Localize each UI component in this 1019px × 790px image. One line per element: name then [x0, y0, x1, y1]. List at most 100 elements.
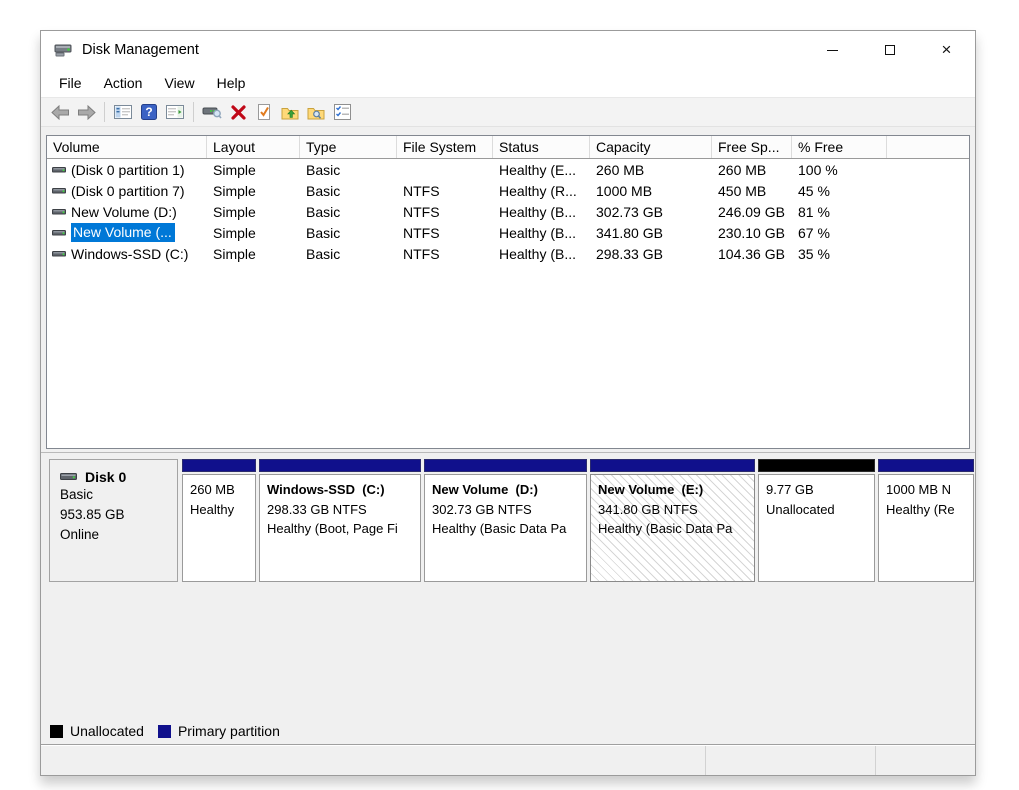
cell-file-system: NTFS [397, 246, 493, 262]
close-button[interactable]: × [918, 31, 975, 69]
cell-capacity: 1000 MB [590, 183, 712, 199]
disk-status: Online [60, 525, 167, 545]
table-row-selected[interactable]: New Volume (... Simple Basic NTFS Health… [47, 222, 969, 243]
partition-color-bar [182, 459, 256, 472]
status-bar-cell [875, 746, 975, 775]
cell-layout: Simple [207, 246, 300, 262]
show-action-pane-button[interactable] [162, 100, 188, 125]
volume-disk-icon [52, 228, 67, 238]
open-button[interactable] [303, 100, 329, 125]
close-icon: × [942, 40, 952, 60]
title-bar: Disk Management × [41, 31, 975, 69]
volume-list-pane: Volume Layout Type File System Status Ca… [46, 135, 970, 449]
column-header-volume[interactable]: Volume [47, 136, 207, 158]
cell-file-system: NTFS [397, 183, 493, 199]
maximize-icon [885, 45, 895, 55]
mark-partition-active-button[interactable] [251, 100, 277, 125]
delete-volume-button[interactable] [225, 100, 251, 125]
legend-label: Unallocated [70, 723, 144, 739]
cell-pct-free: 81 % [792, 204, 887, 220]
menu-action[interactable]: Action [93, 71, 154, 95]
legend-label: Primary partition [178, 723, 280, 739]
cell-type: Basic [300, 204, 397, 220]
table-row[interactable]: Windows-SSD (C:) Simple Basic NTFS Healt… [47, 243, 969, 264]
partition-color-bar [424, 459, 587, 472]
app-icon [54, 43, 73, 58]
volume-disk-icon [52, 165, 67, 175]
cell-type: Basic [300, 225, 397, 241]
disk-0-info-panel[interactable]: Disk 0 Basic 953.85 GB Online [49, 459, 178, 582]
legend-item-primary-partition: Primary partition [158, 723, 280, 739]
partition-block-c[interactable]: Windows-SSD (C:) 298.33 GB NTFS Healthy … [259, 459, 421, 582]
disk-size: 953.85 GB [60, 505, 167, 525]
cell-pct-free: 35 % [792, 246, 887, 262]
status-bar-cell [705, 746, 875, 775]
column-header-layout[interactable]: Layout [207, 136, 300, 158]
toolbar: ? [41, 97, 975, 127]
volume-disk-icon [52, 186, 67, 196]
partition-block-recovery[interactable]: 1000 MB N Healthy (Re [878, 459, 974, 582]
cell-pct-free: 67 % [792, 225, 887, 241]
table-row[interactable]: New Volume (D:) Simple Basic NTFS Health… [47, 201, 969, 222]
column-header-status[interactable]: Status [493, 136, 590, 158]
unallocated-color-bar [758, 459, 875, 472]
table-row[interactable]: (Disk 0 partition 7) Simple Basic NTFS H… [47, 180, 969, 201]
partition-color-bar [259, 459, 421, 472]
partition-size: 302.73 GB NTFS [432, 500, 579, 520]
properties-list-icon [334, 104, 351, 120]
cell-status: Healthy (B... [493, 246, 590, 262]
back-button[interactable] [47, 100, 73, 125]
volume-disk-icon [52, 207, 67, 217]
cell-status: Healthy (R... [493, 183, 590, 199]
cell-layout: Simple [207, 162, 300, 178]
cell-layout: Simple [207, 225, 300, 241]
partition-status: Healthy (Re [886, 500, 966, 520]
cell-pct-free: 45 % [792, 183, 887, 199]
rescan-disks-icon [202, 104, 222, 120]
partition-block-unallocated[interactable]: 9.77 GB Unallocated [758, 459, 875, 582]
partition-block-d[interactable]: New Volume (D:) 302.73 GB NTFS Healthy (… [424, 459, 587, 582]
forward-button[interactable] [73, 100, 99, 125]
column-header-free-space[interactable]: Free Sp... [712, 136, 792, 158]
cell-type: Basic [300, 246, 397, 262]
column-header-capacity[interactable]: Capacity [590, 136, 712, 158]
explore-button[interactable] [277, 100, 303, 125]
console-tree-icon [114, 105, 132, 119]
disk-management-window: Disk Management × File Action View Help [40, 30, 976, 776]
cell-layout: Simple [207, 204, 300, 220]
cell-status: Healthy (E... [493, 162, 590, 178]
menu-help[interactable]: Help [206, 71, 257, 95]
menu-view[interactable]: View [153, 71, 205, 95]
help-button[interactable]: ? [136, 100, 162, 125]
table-row[interactable]: (Disk 0 partition 1) Simple Basic Health… [47, 159, 969, 180]
column-header-type[interactable]: Type [300, 136, 397, 158]
menu-file[interactable]: File [48, 71, 93, 95]
minimize-button[interactable] [804, 31, 861, 69]
partition-status: Healthy (Basic Data Pa [432, 519, 579, 539]
svg-text:?: ? [145, 105, 152, 119]
disk-type: Basic [60, 485, 167, 505]
partition-title: New Volume (E:) [598, 480, 747, 500]
cell-type: Basic [300, 162, 397, 178]
volume-name: Windows-SSD (C:) [71, 246, 188, 262]
show-console-tree-button[interactable] [110, 100, 136, 125]
disk-icon [60, 471, 78, 483]
maximize-button[interactable] [861, 31, 918, 69]
window-title: Disk Management [82, 42, 199, 58]
main-content: Volume Layout Type File System Status Ca… [41, 127, 975, 745]
cell-status: Healthy (B... [493, 225, 590, 241]
toolbar-separator [193, 102, 194, 122]
partition-block-e-selected[interactable]: New Volume (E:) 341.80 GB NTFS Healthy (… [590, 459, 755, 582]
folder-search-icon [307, 105, 325, 120]
partition-block-efi[interactable]: 260 MB Healthy [182, 459, 256, 582]
partition-size: 9.77 GB [766, 480, 867, 500]
primary-partition-swatch [158, 725, 171, 738]
cell-status: Healthy (B... [493, 204, 590, 220]
properties-button[interactable] [329, 100, 355, 125]
rescan-disks-button[interactable] [199, 100, 225, 125]
cell-file-system: NTFS [397, 225, 493, 241]
column-header-file-system[interactable]: File System [397, 136, 493, 158]
partition-size: 260 MB [190, 480, 248, 500]
volume-table-header: Volume Layout Type File System Status Ca… [47, 136, 969, 159]
column-header-pct-free[interactable]: % Free [792, 136, 887, 158]
